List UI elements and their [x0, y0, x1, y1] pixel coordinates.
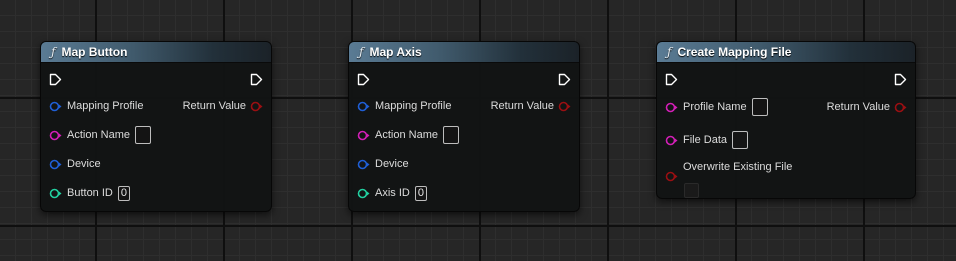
function-icon: ƒ — [667, 45, 672, 59]
pin-row-action-name: Action Name — [41, 125, 271, 145]
string-pin-icon[interactable] — [665, 135, 678, 146]
exec-in-pin-icon[interactable] — [49, 73, 62, 86]
string-pin-icon[interactable] — [665, 102, 678, 113]
axis-id-input[interactable]: 0 — [414, 185, 427, 201]
integer-pin-icon[interactable] — [49, 188, 62, 199]
pin-label: File Data — [683, 134, 728, 146]
exec-out-pin-icon[interactable] — [894, 73, 907, 86]
pin-label: Action Name — [67, 129, 130, 141]
profile-name-input[interactable] — [751, 98, 768, 116]
exec-in-pin-icon[interactable] — [665, 73, 678, 86]
object-pin-icon[interactable] — [49, 101, 62, 112]
node-map-axis[interactable]: ƒ Map Axis Mapping Profile Return Value … — [348, 41, 580, 212]
overwrite-existing-file-checkbox[interactable] — [684, 183, 699, 198]
boolean-out-pin-icon[interactable] — [250, 101, 263, 112]
pin-row-device: Device — [41, 154, 271, 174]
object-pin-icon[interactable] — [357, 101, 370, 112]
pin-row-action-name: Action Name — [349, 125, 579, 145]
pin-label: Action Name — [375, 129, 438, 141]
pin-label: Axis ID — [375, 187, 410, 199]
function-icon: ƒ — [51, 45, 56, 59]
exec-out-pin-icon[interactable] — [558, 73, 571, 86]
pin-row-button-id: Button ID 0 — [41, 183, 271, 203]
integer-pin-icon[interactable] — [357, 188, 370, 199]
node-header[interactable]: ƒ Create Mapping File — [657, 42, 915, 63]
node-header[interactable]: ƒ Map Axis — [349, 42, 579, 63]
exec-row — [41, 69, 271, 89]
button-id-input[interactable]: 0 — [117, 185, 130, 201]
node-map-button[interactable]: ƒ Map Button Mapping Profile Return Valu… — [40, 41, 272, 212]
pin-label: Return Value — [490, 100, 554, 112]
file-data-input[interactable] — [732, 131, 749, 149]
node-title: Map Axis — [369, 45, 422, 59]
pin-label: Overwrite Existing File — [683, 161, 793, 173]
pin-row-overwrite-existing-file: Overwrite Existing File — [657, 159, 915, 198]
node-header[interactable]: ƒ Map Button — [41, 42, 271, 63]
object-pin-icon[interactable] — [357, 159, 370, 170]
pin-label: Return Value — [826, 101, 890, 113]
string-pin-icon[interactable] — [357, 130, 370, 141]
boolean-out-pin-icon[interactable] — [558, 101, 571, 112]
pin-row-profile-name: Profile Name Return Value — [657, 97, 915, 117]
action-name-input[interactable] — [134, 126, 151, 144]
exec-row — [657, 69, 915, 89]
exec-in-pin-icon[interactable] — [357, 73, 370, 86]
exec-out-pin-icon[interactable] — [250, 73, 263, 86]
pin-label: Device — [375, 158, 409, 170]
string-pin-icon[interactable] — [49, 130, 62, 141]
pin-row-mapping-profile: Mapping Profile Return Value — [349, 96, 579, 116]
action-name-input[interactable] — [442, 126, 459, 144]
pin-label: Button ID — [67, 187, 113, 199]
node-title: Map Button — [61, 45, 128, 59]
pin-label: Mapping Profile — [375, 100, 452, 112]
boolean-out-pin-icon[interactable] — [894, 102, 907, 113]
node-title: Create Mapping File — [677, 45, 792, 59]
pin-row-file-data: File Data — [657, 130, 915, 150]
pin-label: Return Value — [182, 100, 246, 112]
pin-row-mapping-profile: Mapping Profile Return Value — [41, 96, 271, 116]
pin-label: Profile Name — [683, 101, 747, 113]
object-pin-icon[interactable] — [49, 159, 62, 170]
function-icon: ƒ — [359, 45, 364, 59]
exec-row — [349, 69, 579, 89]
boolean-pin-icon[interactable] — [665, 171, 678, 182]
node-create-mapping-file[interactable]: ƒ Create Mapping File Profile Name Retur… — [656, 41, 916, 199]
pin-label: Mapping Profile — [67, 100, 144, 112]
pin-label: Device — [67, 158, 101, 170]
pin-row-device: Device — [349, 154, 579, 174]
pin-row-axis-id: Axis ID 0 — [349, 183, 579, 203]
